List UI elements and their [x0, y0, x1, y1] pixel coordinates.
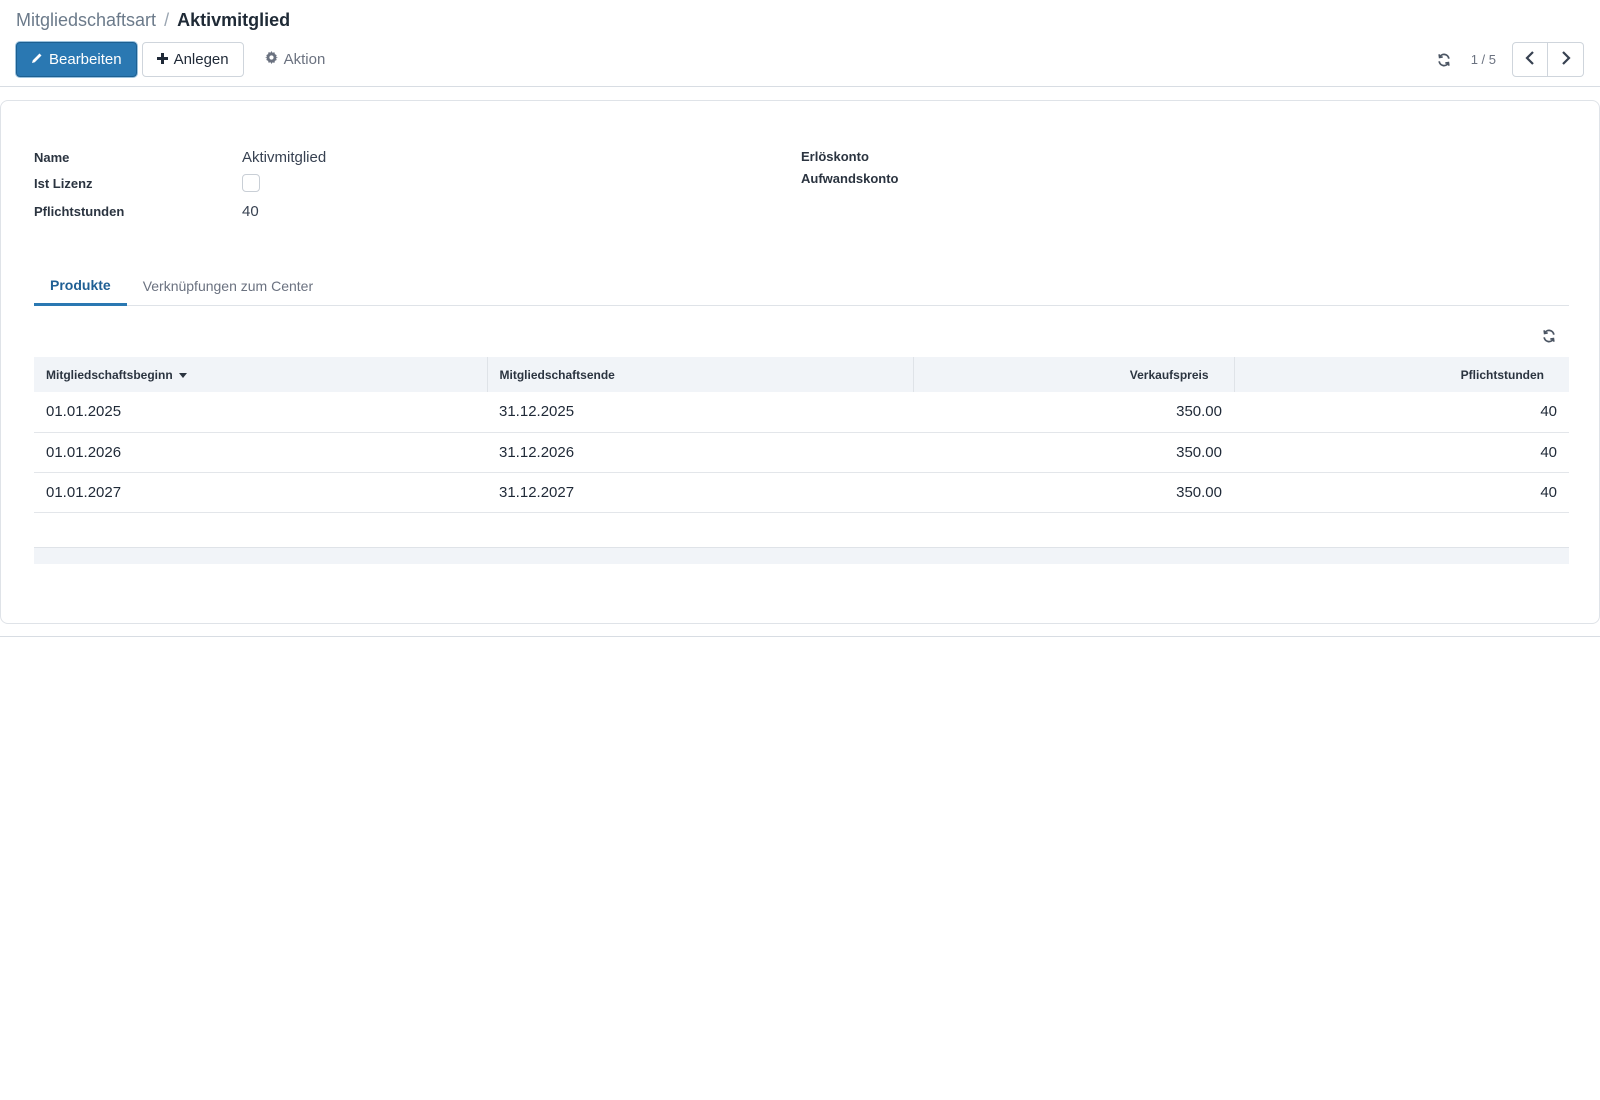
- column-header-start[interactable]: Mitgliedschaftsbeginn: [34, 357, 488, 392]
- pager-value[interactable]: 1 / 5: [1471, 52, 1496, 67]
- pencil-icon: [31, 51, 43, 68]
- cell-end: 31.12.2026: [487, 432, 913, 473]
- tab-products[interactable]: Produkte: [34, 266, 127, 306]
- cell-start: 01.01.2026: [34, 432, 487, 473]
- chevron-right-icon: [1561, 51, 1571, 68]
- action-button-label: Aktion: [283, 51, 326, 68]
- plus-icon: [156, 51, 168, 68]
- caret-down-icon: [178, 372, 187, 378]
- license-checkbox[interactable]: [242, 174, 260, 192]
- hours-value: 40: [242, 203, 259, 220]
- cell-start: 01.01.2025: [34, 392, 487, 433]
- cell-hours: 40: [1234, 392, 1569, 433]
- create-button[interactable]: Anlegen: [141, 42, 244, 77]
- content-divider: [0, 636, 1600, 637]
- edit-button-label: Bearbeiten: [49, 51, 122, 68]
- column-header-end[interactable]: Mitgliedschaftsende: [487, 357, 914, 392]
- hours-label: Pflichtstunden: [34, 204, 125, 219]
- table-row[interactable]: 01.01.2026 31.12.2026 350.00 40: [34, 432, 1569, 473]
- table-footer: [34, 547, 1569, 564]
- name-label: Name: [34, 150, 70, 165]
- column-header-price[interactable]: Verkaufspreis: [913, 357, 1235, 392]
- cell-start: 01.01.2027: [34, 472, 487, 513]
- form-sheet: Name Aktivmitglied Ist Lizenz Pflichtstu…: [0, 100, 1600, 624]
- revenue-account-label: Erlöskonto: [801, 149, 869, 164]
- breadcrumb-separator: /: [164, 10, 170, 30]
- notebook-tabs: Produkte Verknüpfungen zum Center: [34, 266, 1569, 306]
- cell-hours: 40: [1234, 432, 1569, 473]
- chevron-left-icon: [1525, 51, 1535, 68]
- pager-next-button[interactable]: [1548, 42, 1584, 77]
- cell-price: 350.00: [913, 392, 1234, 433]
- table-row[interactable]: 01.01.2027 31.12.2027 350.00 40: [34, 472, 1569, 513]
- breadcrumb: Mitgliedschaftsart / Aktivmitglied: [16, 10, 290, 31]
- table-row[interactable]: 01.01.2025 31.12.2025 350.00 40: [34, 392, 1569, 433]
- name-field-row: Name Aktivmitglied: [34, 149, 326, 166]
- expense-account-row: Aufwandskonto: [801, 171, 899, 186]
- gear-icon: [264, 51, 278, 68]
- license-field-row: Ist Lizenz: [34, 174, 260, 192]
- edit-button[interactable]: Bearbeiten: [16, 42, 137, 77]
- cell-end: 31.12.2025: [487, 392, 913, 433]
- action-buttons: Bearbeiten Anlegen Aktion: [16, 42, 341, 77]
- control-panel: Mitgliedschaftsart / Aktivmitglied Bearb…: [0, 0, 1600, 87]
- refresh-icon[interactable]: [1539, 326, 1559, 346]
- action-dropdown-button[interactable]: Aktion: [249, 42, 342, 77]
- tab-center-links[interactable]: Verknüpfungen zum Center: [127, 266, 329, 306]
- hours-field-row: Pflichtstunden 40: [34, 203, 259, 220]
- breadcrumb-current: Aktivmitglied: [177, 10, 291, 30]
- cell-hours: 40: [1234, 472, 1569, 513]
- name-value: Aktivmitglied: [242, 149, 327, 166]
- products-table: Mitgliedschaftsbeginn Mitgliedschaftsend…: [34, 357, 1569, 513]
- pager-previous-button[interactable]: [1512, 42, 1548, 77]
- revenue-account-row: Erlöskonto: [801, 149, 869, 164]
- license-label: Ist Lizenz: [34, 175, 93, 191]
- table-header-row: Mitgliedschaftsbeginn Mitgliedschaftsend…: [34, 357, 1569, 392]
- breadcrumb-parent-link[interactable]: Mitgliedschaftsart: [16, 10, 156, 31]
- cell-price: 350.00: [913, 432, 1234, 473]
- create-button-label: Anlegen: [173, 51, 229, 68]
- pager: 1 / 5: [1429, 42, 1584, 77]
- cell-end: 31.12.2027: [487, 472, 913, 513]
- refresh-icon[interactable]: [1429, 42, 1459, 77]
- expense-account-label: Aufwandskonto: [801, 171, 899, 186]
- column-header-hours[interactable]: Pflichtstunden: [1234, 357, 1569, 392]
- cell-price: 350.00: [913, 472, 1234, 513]
